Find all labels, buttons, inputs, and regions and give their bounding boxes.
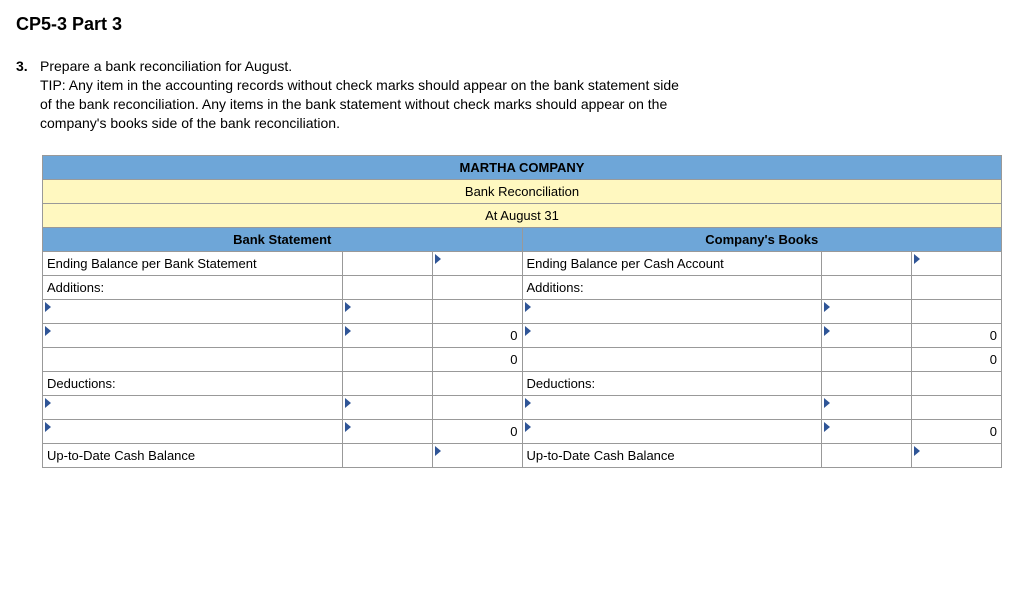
question-prompt: 3. Prepare a bank reconciliation for Aug… — [16, 57, 1008, 133]
book-uptodate-amt[interactable] — [912, 443, 1002, 467]
bank-add-amt1-2[interactable] — [342, 323, 432, 347]
bank-ded-total[interactable]: 0 — [432, 419, 522, 443]
book-ded-total[interactable]: 0 — [912, 419, 1002, 443]
book-add-total[interactable]: 0 — [912, 323, 1002, 347]
book-add-amt1-1[interactable] — [822, 299, 912, 323]
caret-icon — [824, 398, 830, 408]
cell[interactable] — [822, 347, 912, 371]
caret-icon — [45, 302, 51, 312]
caret-icon — [45, 422, 51, 432]
book-additions-label: Additions: — [522, 275, 822, 299]
header-subtitle: Bank Reconciliation — [43, 179, 1002, 203]
book-add-desc-1[interactable] — [522, 299, 822, 323]
caret-icon — [914, 446, 920, 456]
question-text: Prepare a bank reconciliation for August… — [40, 58, 292, 74]
cell[interactable] — [822, 371, 912, 395]
col-header-bank: Bank Statement — [43, 227, 523, 251]
bank-uptodate-amt[interactable] — [432, 443, 522, 467]
book-uptodate-label: Up-to-Date Cash Balance — [522, 443, 822, 467]
cell[interactable] — [432, 299, 522, 323]
cell[interactable] — [912, 299, 1002, 323]
book-deductions-label: Deductions: — [522, 371, 822, 395]
bank-add-desc-2[interactable] — [43, 323, 343, 347]
header-company: MARTHA COMPANY — [43, 155, 1002, 179]
bank-ending-label: Ending Balance per Bank Statement — [43, 251, 343, 275]
tip-line-2: of the bank reconciliation. Any items in… — [40, 96, 667, 112]
cell[interactable] — [342, 443, 432, 467]
book-ded-amt1-2[interactable] — [822, 419, 912, 443]
page-title: CP5-3 Part 3 — [16, 14, 1008, 35]
caret-icon — [45, 398, 51, 408]
book-ded-amt1-1[interactable] — [822, 395, 912, 419]
caret-icon — [914, 254, 920, 264]
bank-add-amt1-1[interactable] — [342, 299, 432, 323]
col-header-books: Company's Books — [522, 227, 1002, 251]
cell[interactable] — [432, 395, 522, 419]
bank-add-total[interactable]: 0 — [432, 323, 522, 347]
book-ending-amt2[interactable] — [912, 251, 1002, 275]
caret-icon — [45, 326, 51, 336]
cell[interactable] — [432, 371, 522, 395]
book-subtotal[interactable]: 0 — [912, 347, 1002, 371]
book-ending-amt1[interactable] — [822, 251, 912, 275]
bank-ending-amt1[interactable] — [342, 251, 432, 275]
caret-icon — [525, 422, 531, 432]
book-ded-desc-1[interactable] — [522, 395, 822, 419]
caret-icon — [435, 446, 441, 456]
bank-deductions-label: Deductions: — [43, 371, 343, 395]
cell[interactable] — [43, 347, 343, 371]
bank-ending-amt2[interactable] — [432, 251, 522, 275]
cell[interactable] — [342, 275, 432, 299]
caret-icon — [824, 326, 830, 336]
cell[interactable] — [912, 275, 1002, 299]
caret-icon — [345, 302, 351, 312]
bank-ded-amt1-1[interactable] — [342, 395, 432, 419]
caret-icon — [525, 326, 531, 336]
bank-add-desc-1[interactable] — [43, 299, 343, 323]
bank-ded-desc-1[interactable] — [43, 395, 343, 419]
book-ded-desc-2[interactable] — [522, 419, 822, 443]
bank-ded-amt1-2[interactable] — [342, 419, 432, 443]
caret-icon — [435, 254, 441, 264]
bank-reconciliation-table: MARTHA COMPANY Bank Reconciliation At Au… — [42, 155, 1002, 468]
caret-icon — [345, 326, 351, 336]
question-number: 3. — [16, 57, 28, 76]
caret-icon — [824, 302, 830, 312]
bank-subtotal[interactable]: 0 — [432, 347, 522, 371]
caret-icon — [345, 398, 351, 408]
caret-icon — [824, 422, 830, 432]
tip-line-3: company's books side of the bank reconci… — [40, 115, 340, 131]
caret-icon — [525, 398, 531, 408]
cell[interactable] — [432, 275, 522, 299]
cell[interactable] — [912, 395, 1002, 419]
cell[interactable] — [912, 371, 1002, 395]
book-ending-label: Ending Balance per Cash Account — [522, 251, 822, 275]
bank-additions-label: Additions: — [43, 275, 343, 299]
cell[interactable] — [342, 347, 432, 371]
tip-line-1: TIP: Any item in the accounting records … — [40, 77, 679, 93]
book-add-amt1-2[interactable] — [822, 323, 912, 347]
cell[interactable] — [522, 347, 822, 371]
cell[interactable] — [822, 275, 912, 299]
bank-ded-desc-2[interactable] — [43, 419, 343, 443]
header-date: At August 31 — [43, 203, 1002, 227]
caret-icon — [525, 302, 531, 312]
caret-icon — [345, 422, 351, 432]
cell[interactable] — [822, 443, 912, 467]
bank-uptodate-label: Up-to-Date Cash Balance — [43, 443, 343, 467]
cell[interactable] — [342, 371, 432, 395]
book-add-desc-2[interactable] — [522, 323, 822, 347]
